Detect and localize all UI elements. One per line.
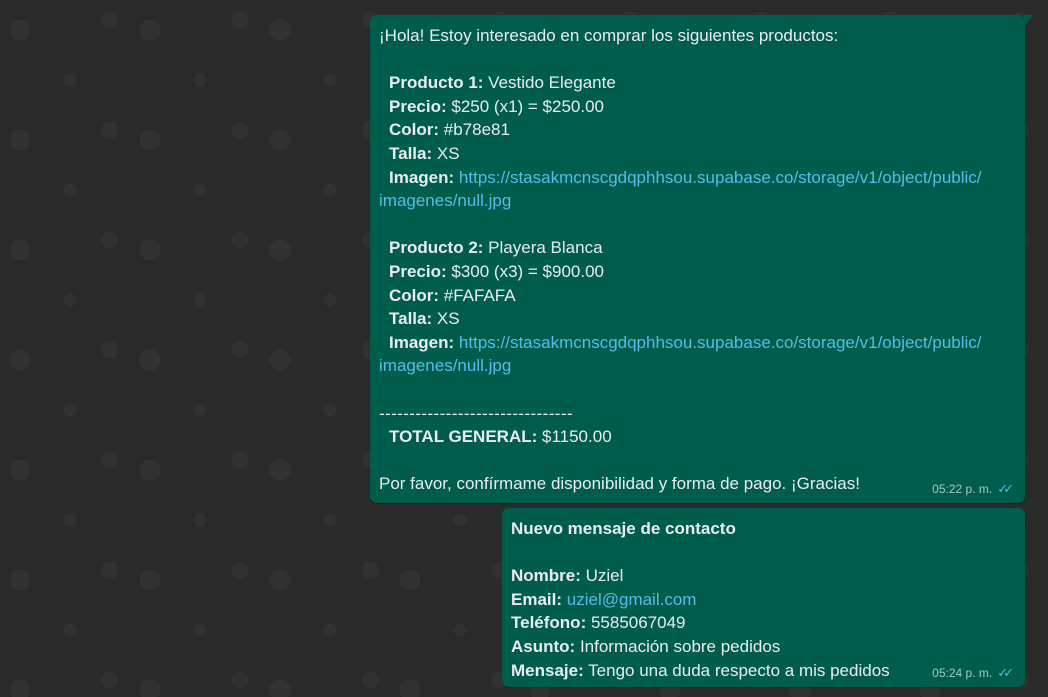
price-label: Precio:	[389, 261, 447, 281]
price-value: $300 (x3) = $900.00	[446, 261, 605, 281]
color-value: #b78e81	[439, 120, 510, 140]
product-block-1: Producto 1: Vestido Elegante Precio: $25…	[379, 71, 1015, 213]
price-value: $250 (x1) = $250.00	[446, 96, 605, 116]
product-label: Producto 2:	[389, 238, 484, 258]
message-time: 05:24 p. m.	[932, 666, 993, 680]
price-label: Precio:	[389, 96, 447, 116]
double-check-icon: ✓✓	[997, 665, 1014, 680]
message-closing: Por favor, confírmame disponibilidad y f…	[379, 474, 860, 494]
color-label: Color:	[389, 120, 440, 140]
message-label: Mensaje:	[511, 660, 584, 680]
message-time: 05:22 p. m.	[932, 482, 993, 496]
contact-title: Nuevo mensaje de contacto	[511, 519, 736, 538]
separator-line: --------------------------------	[379, 403, 573, 423]
size-value: XS	[432, 309, 460, 329]
subject-label: Asunto:	[511, 636, 576, 656]
size-value: XS	[432, 143, 460, 163]
size-label: Talla:	[389, 309, 433, 329]
image-link[interactable]: https://stasakmcnscgdqphhsou.supabase.co…	[459, 333, 982, 352]
product-name: Vestido Elegante	[483, 73, 616, 93]
color-label: Color:	[389, 285, 440, 305]
message-intro: ¡Hola! Estoy interesado en comprar los s…	[379, 26, 839, 45]
image-label: Imagen:	[389, 332, 455, 352]
phone-value: 5585067049	[586, 613, 686, 633]
name-value: Uziel	[580, 566, 624, 586]
product-block-2: Producto 2: Playera Blanca Precio: $300 …	[379, 236, 1015, 378]
image-label: Imagen:	[389, 167, 455, 187]
message-meta: 05:22 p. m. ✓✓	[932, 481, 1014, 497]
product-label: Producto 1:	[389, 73, 484, 93]
color-value: #FAFAFA	[439, 285, 516, 305]
total-label: TOTAL GENERAL:	[389, 427, 538, 447]
double-check-icon: ✓✓	[997, 481, 1014, 496]
name-label: Nombre:	[511, 566, 581, 586]
chat-background: ¡Hola! Estoy interesado en comprar los s…	[0, 0, 1048, 697]
image-link-continued[interactable]: imagenes/null.jpg	[379, 191, 511, 210]
total-value: $1150.00	[537, 427, 612, 447]
phone-label: Teléfono:	[511, 613, 587, 633]
size-label: Talla:	[389, 143, 433, 163]
outgoing-message-order[interactable]: ¡Hola! Estoy interesado en comprar los s…	[370, 15, 1033, 503]
email-link[interactable]: uziel@gmail.com	[567, 590, 697, 609]
product-name: Playera Blanca	[483, 238, 603, 258]
email-label: Email:	[511, 589, 563, 609]
bubble-tail	[1024, 15, 1033, 26]
image-link[interactable]: https://stasakmcnscgdqphhsou.supabase.co…	[459, 168, 982, 187]
message-value: Tengo una duda respecto a mis pedidos	[583, 660, 890, 680]
message-meta: 05:24 p. m. ✓✓	[932, 665, 1014, 681]
image-link-continued[interactable]: imagenes/null.jpg	[379, 356, 511, 375]
subject-value: Información sobre pedidos	[575, 636, 781, 656]
outgoing-message-contact[interactable]: Nuevo mensaje de contacto Nombre: Uziel …	[502, 508, 1025, 687]
